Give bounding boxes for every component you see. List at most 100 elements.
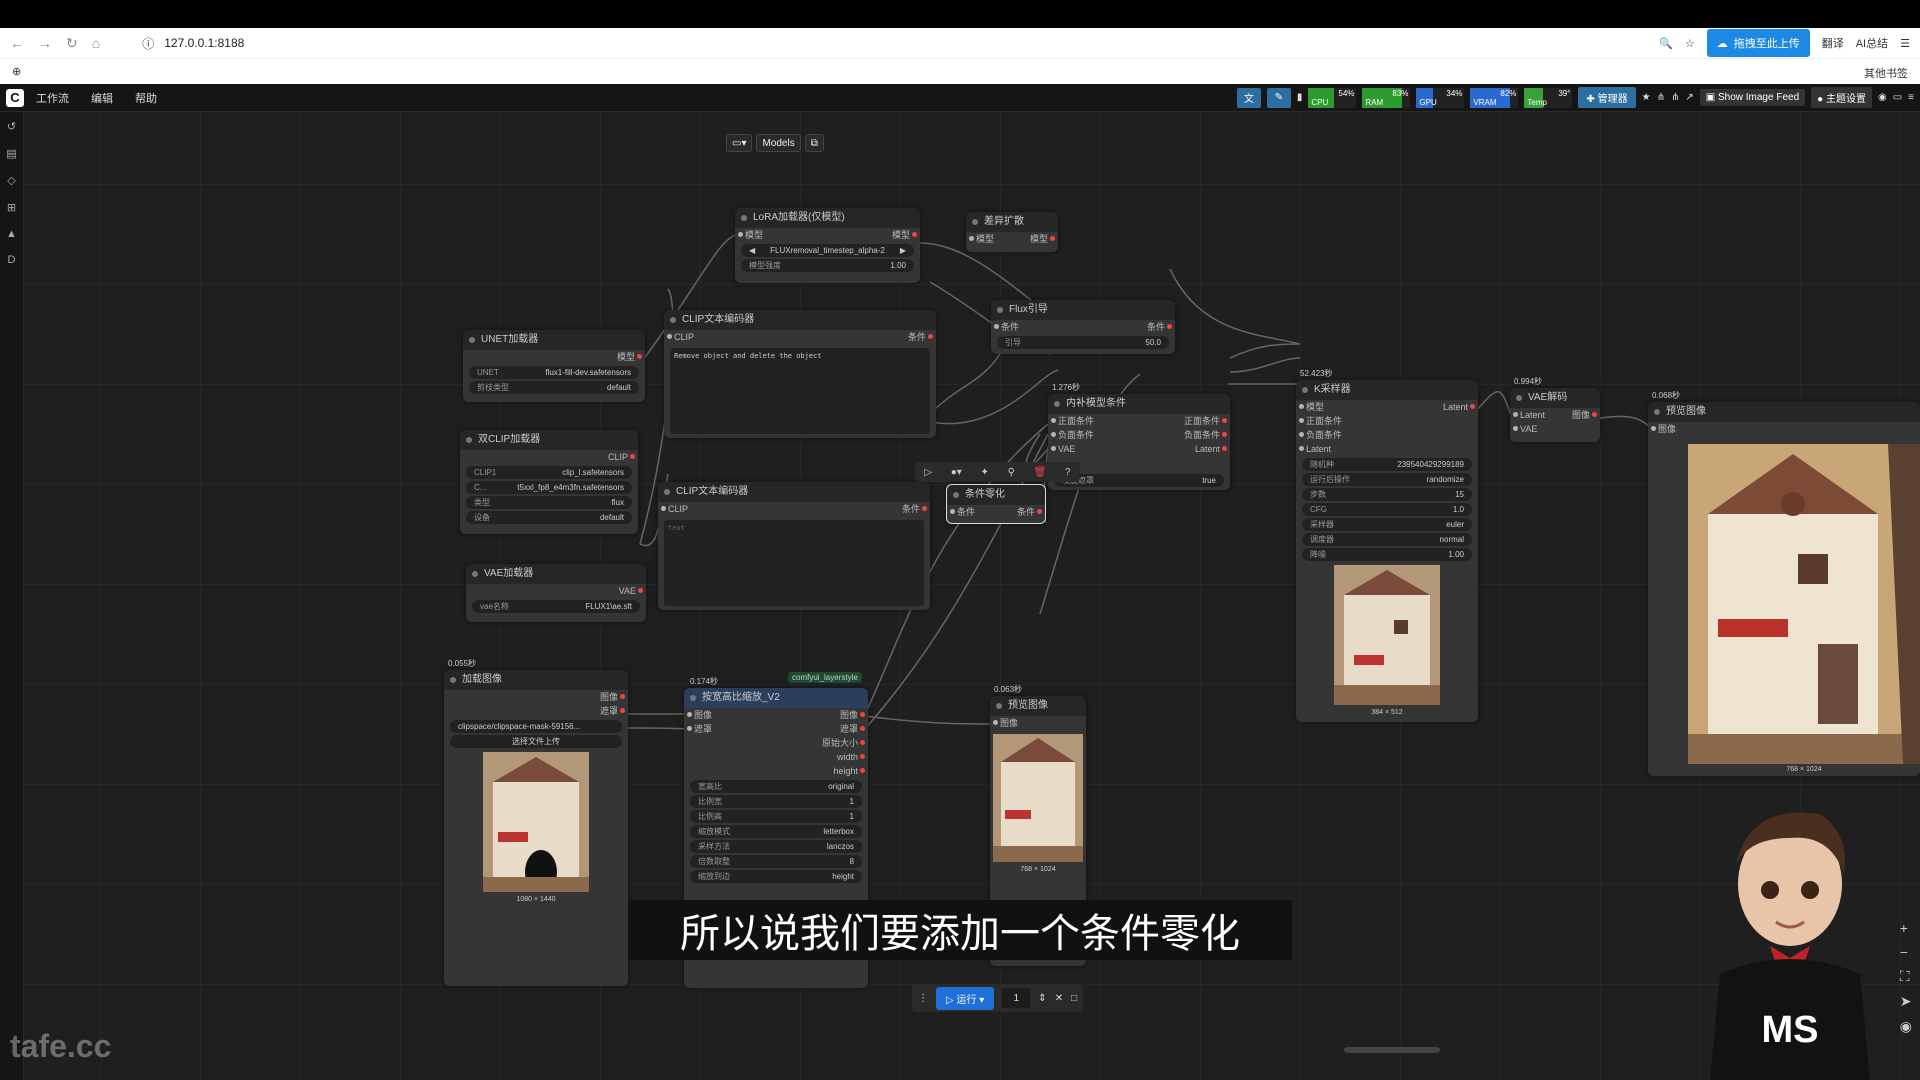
prompt-textarea[interactable]: text [664, 520, 924, 606]
input-model[interactable]: 模型 [745, 228, 763, 242]
scheduler-widget[interactable]: 调度器 normal [1302, 533, 1472, 546]
node-title[interactable]: 双CLIP加载器 [460, 430, 638, 450]
history-icon[interactable]: ↺ [7, 120, 16, 133]
input-model[interactable]: 模型 [1306, 400, 1324, 414]
output-latent[interactable]: Latent [1443, 400, 1468, 414]
cancel-icon[interactable]: ✕ [1055, 993, 1063, 1004]
pin-icon[interactable]: ⚲ [1008, 467, 1015, 478]
canvas-scrollbar[interactable] [1344, 1047, 1440, 1053]
back-icon[interactable]: ← [10, 35, 24, 52]
sampler-widget[interactable]: 采样器 euler [1302, 518, 1472, 531]
trash-icon[interactable]: 🗑 [1034, 467, 1047, 478]
input-clip[interactable]: CLIP [668, 502, 688, 516]
node-title[interactable]: VAE加载器 [466, 564, 646, 584]
node-flux-guidance[interactable]: Flux引导 条件 条件 引导 50.0 [991, 300, 1175, 354]
drag-handle-icon[interactable]: ⋮ [918, 993, 928, 1004]
output-conditioning[interactable]: 条件 [1147, 320, 1165, 334]
menu-workflow[interactable]: 工作流 [36, 90, 69, 106]
star-icon[interactable]: ★ [1642, 92, 1651, 103]
output-conditioning[interactable]: 条件 [902, 502, 920, 516]
node-preview-image-output[interactable]: 预览图像 图像 768 × 1024 [1648, 402, 1920, 776]
translate-icon[interactable]: 文 [1236, 87, 1261, 108]
input-image[interactable]: 图像 [1658, 422, 1676, 436]
output-vae[interactable]: VAE [619, 584, 636, 598]
node-title[interactable]: CLIP文本编码器 [658, 482, 930, 502]
image-file-widget[interactable]: clipspace/clipspace-mask-59156... [450, 720, 622, 733]
zoom-out-icon[interactable]: − [1900, 944, 1912, 960]
output-negative[interactable]: 负面条件 [1184, 428, 1220, 442]
fit-widget[interactable]: 缩放模式 letterbox [690, 825, 862, 838]
upload-button[interactable]: ☁ 拖拽至此上传 [1706, 29, 1810, 57]
color-icon[interactable]: ●▾ [951, 467, 962, 478]
output-mask[interactable]: 遮罩 [600, 704, 618, 718]
layout-icon[interactable]: ▭ [1893, 92, 1902, 103]
input-positive[interactable]: 正面条件 [1058, 414, 1094, 428]
bookmark-icon[interactable]: ⊕ [12, 65, 21, 78]
other-bookmarks[interactable]: 其他书签 [1864, 65, 1908, 81]
home-icon[interactable]: ⌂ [92, 35, 100, 52]
nodes-icon[interactable]: ⊞ [7, 201, 16, 214]
arrow-left-icon[interactable]: ◀ [749, 246, 755, 255]
cfg-widget[interactable]: CFG 1.0 [1302, 503, 1472, 516]
ai-summary-button[interactable]: AI总结 [1856, 35, 1888, 51]
user-icon[interactable]: ◉ [1878, 92, 1887, 103]
input-vae[interactable]: VAE [1520, 422, 1537, 436]
input-latent[interactable]: Latent [1520, 408, 1545, 422]
menu-help[interactable]: 帮助 [135, 90, 157, 106]
aspect-ratio-widget[interactable]: 宽高比 original [690, 780, 862, 793]
comfy-logo[interactable]: C [6, 88, 24, 107]
node-title[interactable]: 条件零化 [947, 485, 1045, 505]
arrow-right-icon[interactable]: ▶ [900, 246, 906, 255]
input-image[interactable]: 图像 [1000, 716, 1018, 730]
models-button[interactable]: Models [756, 134, 801, 152]
locate-icon[interactable]: ➤ [1900, 993, 1912, 1010]
model-library-icon[interactable]: ▲ [6, 228, 17, 240]
prompt-textarea[interactable]: Remove object and delete the object [670, 348, 930, 434]
node-title[interactable]: Flux引导 [991, 300, 1175, 320]
output-image[interactable]: 图像 [1572, 408, 1590, 422]
hamburger-icon[interactable]: ≡ [1908, 92, 1914, 103]
node-icon[interactable]: ⋔ [1671, 92, 1679, 103]
node-title[interactable]: 按宽高比缩放_V2 [684, 688, 868, 708]
theme-settings-button[interactable]: ● 主题设置 [1811, 87, 1872, 108]
cube-icon[interactable]: ◇ [7, 174, 15, 187]
star-icon[interactable]: ☆ [1685, 37, 1695, 50]
run-button[interactable]: ▷ 运行 ▾ [936, 986, 995, 1010]
node-title[interactable]: 差异扩散 [966, 212, 1058, 232]
input-mask[interactable]: 遮罩 [694, 722, 712, 736]
output-conditioning[interactable]: 条件 [1017, 505, 1035, 519]
forward-icon[interactable]: → [38, 35, 52, 52]
control-after-generate-widget[interactable]: 运行后操作 randomize [1302, 473, 1472, 486]
input-negative[interactable]: 负面条件 [1058, 428, 1094, 442]
denoise-widget[interactable]: 降噪 1.00 [1302, 548, 1472, 561]
node-load-image[interactable]: 加载图像 图像 遮罩 clipspace/clipspace-mask-5915… [444, 670, 628, 986]
scale-to-side-widget[interactable]: 缩放到边 height [690, 870, 862, 883]
output-original-size[interactable]: 原始大小 [822, 736, 858, 750]
show-image-feed-button[interactable]: ▣ Show Image Feed [1699, 89, 1806, 106]
output-width[interactable]: width [837, 750, 858, 764]
batch-count-input[interactable]: 1 [1002, 988, 1031, 1008]
manager-button[interactable]: ✚ 管理器 [1578, 87, 1636, 108]
node-vae-loader[interactable]: VAE加载器 VAE vae名称 FLUX1\ae.sft [466, 564, 646, 622]
guidance-widget[interactable]: 引导 50.0 [997, 336, 1169, 349]
output-model[interactable]: 模型 [1030, 232, 1048, 246]
steps-widget[interactable]: 步数 15 [1302, 488, 1472, 501]
output-latent[interactable]: Latent [1195, 442, 1220, 456]
workflow-icon[interactable]: D [8, 254, 16, 266]
output-positive[interactable]: 正面条件 [1184, 414, 1220, 428]
clip2-widget[interactable]: C... t5xxl_fp8_e4m3fn.safetensors [466, 481, 632, 494]
input-model[interactable]: 模型 [976, 232, 994, 246]
output-mask[interactable]: 遮罩 [840, 722, 858, 736]
strength-widget[interactable]: 模型强度 1.00 [741, 259, 914, 272]
translate-button[interactable]: 翻译 [1822, 35, 1844, 51]
eye-icon[interactable]: ◉ [1900, 1018, 1912, 1035]
menu-edit[interactable]: 编辑 [91, 90, 113, 106]
node-ksampler[interactable]: K采样器 模型 Latent 正面条件 负面条件 Latent 随机种 239540… [1296, 380, 1478, 722]
device-widget[interactable]: 设备 default [466, 511, 632, 524]
output-model[interactable]: 模型 [892, 228, 910, 242]
node-title[interactable]: VAE解码 [1510, 388, 1600, 408]
clip1-widget[interactable]: CLIP1 clip_l.safetensors [466, 466, 632, 479]
node-dual-clip-loader[interactable]: 双CLIP加载器 CLIP CLIP1 clip_l.safetensors C.… [460, 430, 638, 534]
node-conditioning-zero-out[interactable]: 条件零化 条件 条件 [946, 484, 1046, 524]
node-vae-decode[interactable]: VAE解码 Latent 图像 VAE [1510, 388, 1600, 442]
